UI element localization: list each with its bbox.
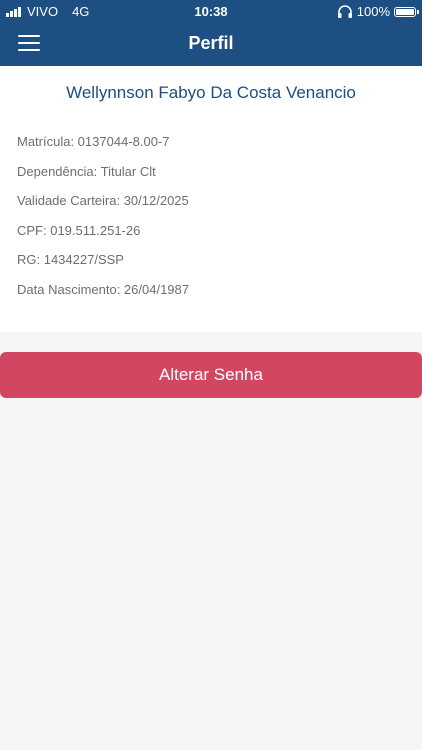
detail-validade-carteira: Validade Carteira: 30/12/2025 <box>17 193 189 208</box>
detail-cpf: CPF: 019.511.251-26 <box>17 222 141 238</box>
status-right: 100% <box>337 4 419 19</box>
page-title: Perfil <box>188 33 234 53</box>
detail-rg: RG: 1434227/SSP <box>17 252 124 267</box>
status-bar: VIVO 4G 10:38 100% <box>0 0 422 22</box>
battery-percentage: 100% <box>356 4 390 19</box>
detail-data-nascimento: Data Nascimento: 26/04/1987 <box>17 281 189 297</box>
profile-card: Wellynnson Fabyo Da Costa Venancio Matrí… <box>0 66 422 332</box>
battery-icon <box>394 6 419 17</box>
battery-fill <box>396 8 414 15</box>
profile-details: Matrícula: 0137044-8.00-7 Dependência: T… <box>17 134 189 311</box>
headphones-icon <box>337 5 352 18</box>
detail-matricula: Matrícula: 0137044-8.00-7 <box>17 134 170 149</box>
profile-name: Wellynnson Fabyo Da Costa Venancio <box>66 83 356 102</box>
change-password-button[interactable]: Alterar Senha <box>0 352 422 398</box>
detail-dependencia: Dependência: Titular Clt <box>17 163 156 179</box>
nav-bar: Perfil <box>0 22 422 66</box>
